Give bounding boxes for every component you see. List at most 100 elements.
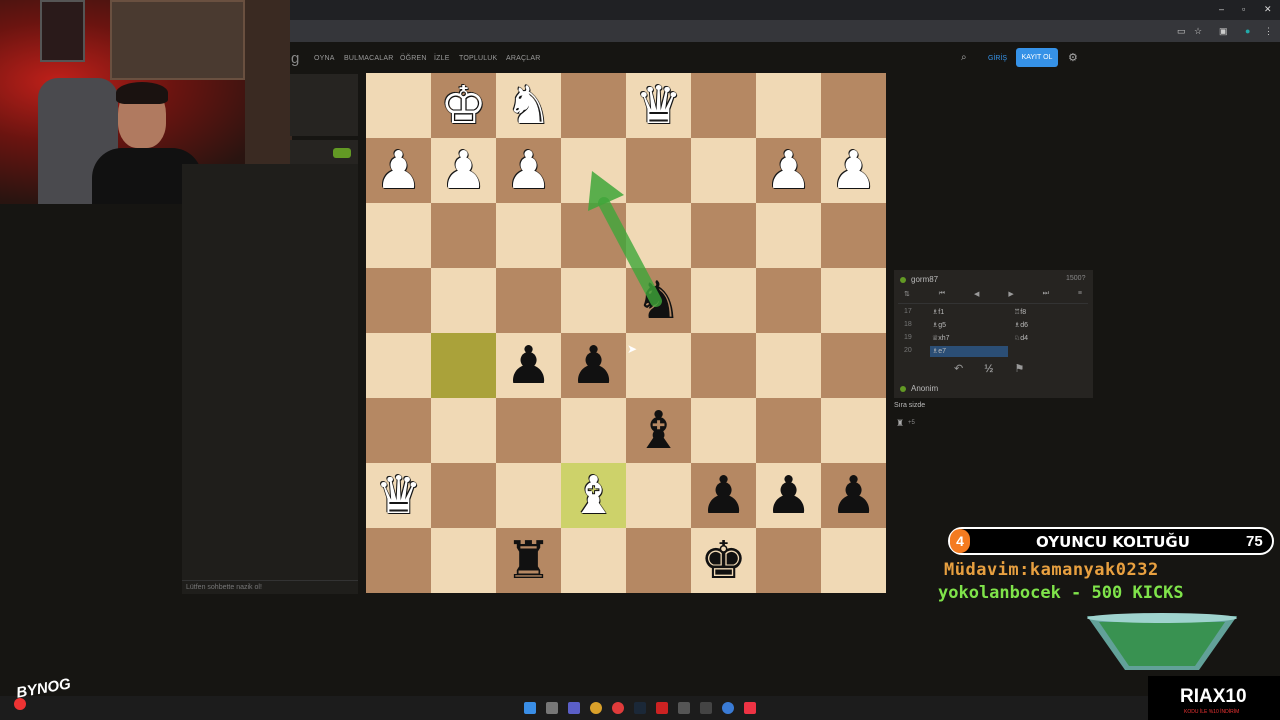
nav-community[interactable]: TOPLULUK: [459, 55, 497, 62]
black-king-icon[interactable]: ♚: [700, 535, 747, 587]
board-square[interactable]: [691, 73, 756, 138]
minimize-icon[interactable]: –: [1219, 4, 1224, 14]
site-logo[interactable]: g: [291, 50, 299, 67]
board-square[interactable]: [691, 203, 756, 268]
board-square[interactable]: [561, 138, 626, 203]
start-menu-icon[interactable]: [524, 702, 536, 714]
board-square[interactable]: ♟: [756, 138, 821, 203]
board-square[interactable]: [366, 528, 431, 593]
board-square[interactable]: [561, 398, 626, 463]
black-move[interactable]: ♖f8: [1014, 308, 1026, 316]
chrome-icon[interactable]: [590, 702, 602, 714]
black-rook-icon[interactable]: ♜: [505, 535, 552, 587]
board-square[interactable]: [431, 268, 496, 333]
board-square[interactable]: [366, 333, 431, 398]
board-square[interactable]: [691, 398, 756, 463]
board-square[interactable]: [626, 528, 691, 593]
move-row[interactable]: 17 ♗f1 ♖f8: [898, 308, 1088, 320]
white-move[interactable]: ♕xh7: [932, 334, 950, 342]
white-king-icon[interactable]: ♚: [440, 80, 487, 132]
draw-offer-button[interactable]: ½: [984, 363, 993, 375]
board-square[interactable]: [431, 528, 496, 593]
white-move[interactable]: ♗f1: [932, 308, 944, 316]
board-square[interactable]: [626, 463, 691, 528]
white-move[interactable]: ♗g5: [932, 321, 946, 329]
opera-icon[interactable]: [612, 702, 624, 714]
white-pawn-icon[interactable]: ♟: [830, 145, 877, 197]
white-bishop-icon[interactable]: ♝: [570, 470, 617, 522]
white-knight-icon[interactable]: ♞: [505, 80, 552, 132]
login-link[interactable]: GİRİŞ: [988, 55, 1007, 62]
takeback-icon[interactable]: ↶: [954, 363, 963, 375]
board-square[interactable]: ♟: [691, 463, 756, 528]
board-square[interactable]: ♟: [756, 463, 821, 528]
bottom-player[interactable]: Anonim: [900, 384, 938, 393]
app-icon[interactable]: [744, 702, 756, 714]
discord-icon[interactable]: [568, 702, 580, 714]
board-square[interactable]: [821, 268, 886, 333]
nav-learn[interactable]: ÖĞREN: [400, 55, 427, 62]
board-square[interactable]: [626, 138, 691, 203]
top-player[interactable]: gorm87: [900, 275, 938, 284]
black-move[interactable]: ♗d6: [1014, 321, 1028, 329]
close-icon[interactable]: ✕: [1264, 4, 1272, 15]
board-square[interactable]: [431, 398, 496, 463]
board-square[interactable]: [756, 203, 821, 268]
board-square[interactable]: [561, 203, 626, 268]
app-red-icon[interactable]: [656, 702, 668, 714]
board-square[interactable]: [821, 528, 886, 593]
board-square[interactable]: [561, 528, 626, 593]
board-square[interactable]: [561, 268, 626, 333]
board-square[interactable]: [756, 73, 821, 138]
board-square[interactable]: [366, 268, 431, 333]
signup-button[interactable]: KAYIT OL: [1016, 48, 1058, 67]
board-square[interactable]: ♟: [496, 333, 561, 398]
board-square[interactable]: [821, 333, 886, 398]
board-square[interactable]: ♟: [496, 138, 561, 203]
black-knight-icon[interactable]: ♞: [635, 275, 682, 327]
board-square[interactable]: ♛: [366, 463, 431, 528]
cast-icon[interactable]: ▭: [1177, 26, 1186, 37]
resign-flag-icon[interactable]: ⚑: [1015, 363, 1025, 375]
move-row[interactable]: 20 ♗e7: [898, 347, 1088, 359]
restore-icon[interactable]: ▫: [1242, 4, 1245, 14]
nav-tools[interactable]: ARAÇLAR: [506, 55, 540, 62]
board-square[interactable]: ♟: [366, 138, 431, 203]
board-square[interactable]: [756, 528, 821, 593]
board-square[interactable]: ♟: [821, 463, 886, 528]
board-square[interactable]: ♚: [691, 528, 756, 593]
board-square[interactable]: ♟: [821, 138, 886, 203]
nav-watch[interactable]: İZLE: [434, 55, 450, 62]
board-square[interactable]: [496, 203, 561, 268]
board-square[interactable]: [561, 73, 626, 138]
search-icon[interactable]: ⌕: [961, 52, 967, 63]
white-pawn-icon[interactable]: ♟: [505, 145, 552, 197]
board-square[interactable]: [756, 333, 821, 398]
white-pawn-icon[interactable]: ♟: [440, 145, 487, 197]
board-square[interactable]: [691, 268, 756, 333]
white-pawn-icon[interactable]: ♟: [765, 145, 812, 197]
board-square[interactable]: [821, 398, 886, 463]
bookmark-star-icon[interactable]: ☆: [1194, 26, 1202, 37]
board-square[interactable]: [366, 398, 431, 463]
board-square[interactable]: [626, 203, 691, 268]
move-row[interactable]: 19 ♕xh7 ♘d4: [898, 334, 1088, 346]
board-square[interactable]: ♞: [626, 268, 691, 333]
board-square[interactable]: [756, 268, 821, 333]
black-move[interactable]: ♘d4: [1014, 334, 1028, 342]
black-pawn-icon[interactable]: ♟: [700, 470, 747, 522]
browser-icon[interactable]: [722, 702, 734, 714]
white-queen-icon[interactable]: ♛: [635, 80, 682, 132]
black-pawn-icon[interactable]: ♟: [765, 470, 812, 522]
extensions-icon[interactable]: ▣: [1219, 26, 1228, 37]
board-square[interactable]: ♜: [496, 528, 561, 593]
move-row[interactable]: 18 ♗g5 ♗d6: [898, 321, 1088, 333]
board-square[interactable]: [496, 398, 561, 463]
board-square[interactable]: [691, 138, 756, 203]
board-square[interactable]: ♝: [626, 398, 691, 463]
nav-puzzles[interactable]: BULMACALAR: [344, 55, 393, 62]
board-square[interactable]: ♝: [561, 463, 626, 528]
profile-icon[interactable]: ●: [1245, 26, 1250, 36]
board-square[interactable]: [431, 203, 496, 268]
white-move[interactable]: ♗e7: [932, 347, 946, 355]
